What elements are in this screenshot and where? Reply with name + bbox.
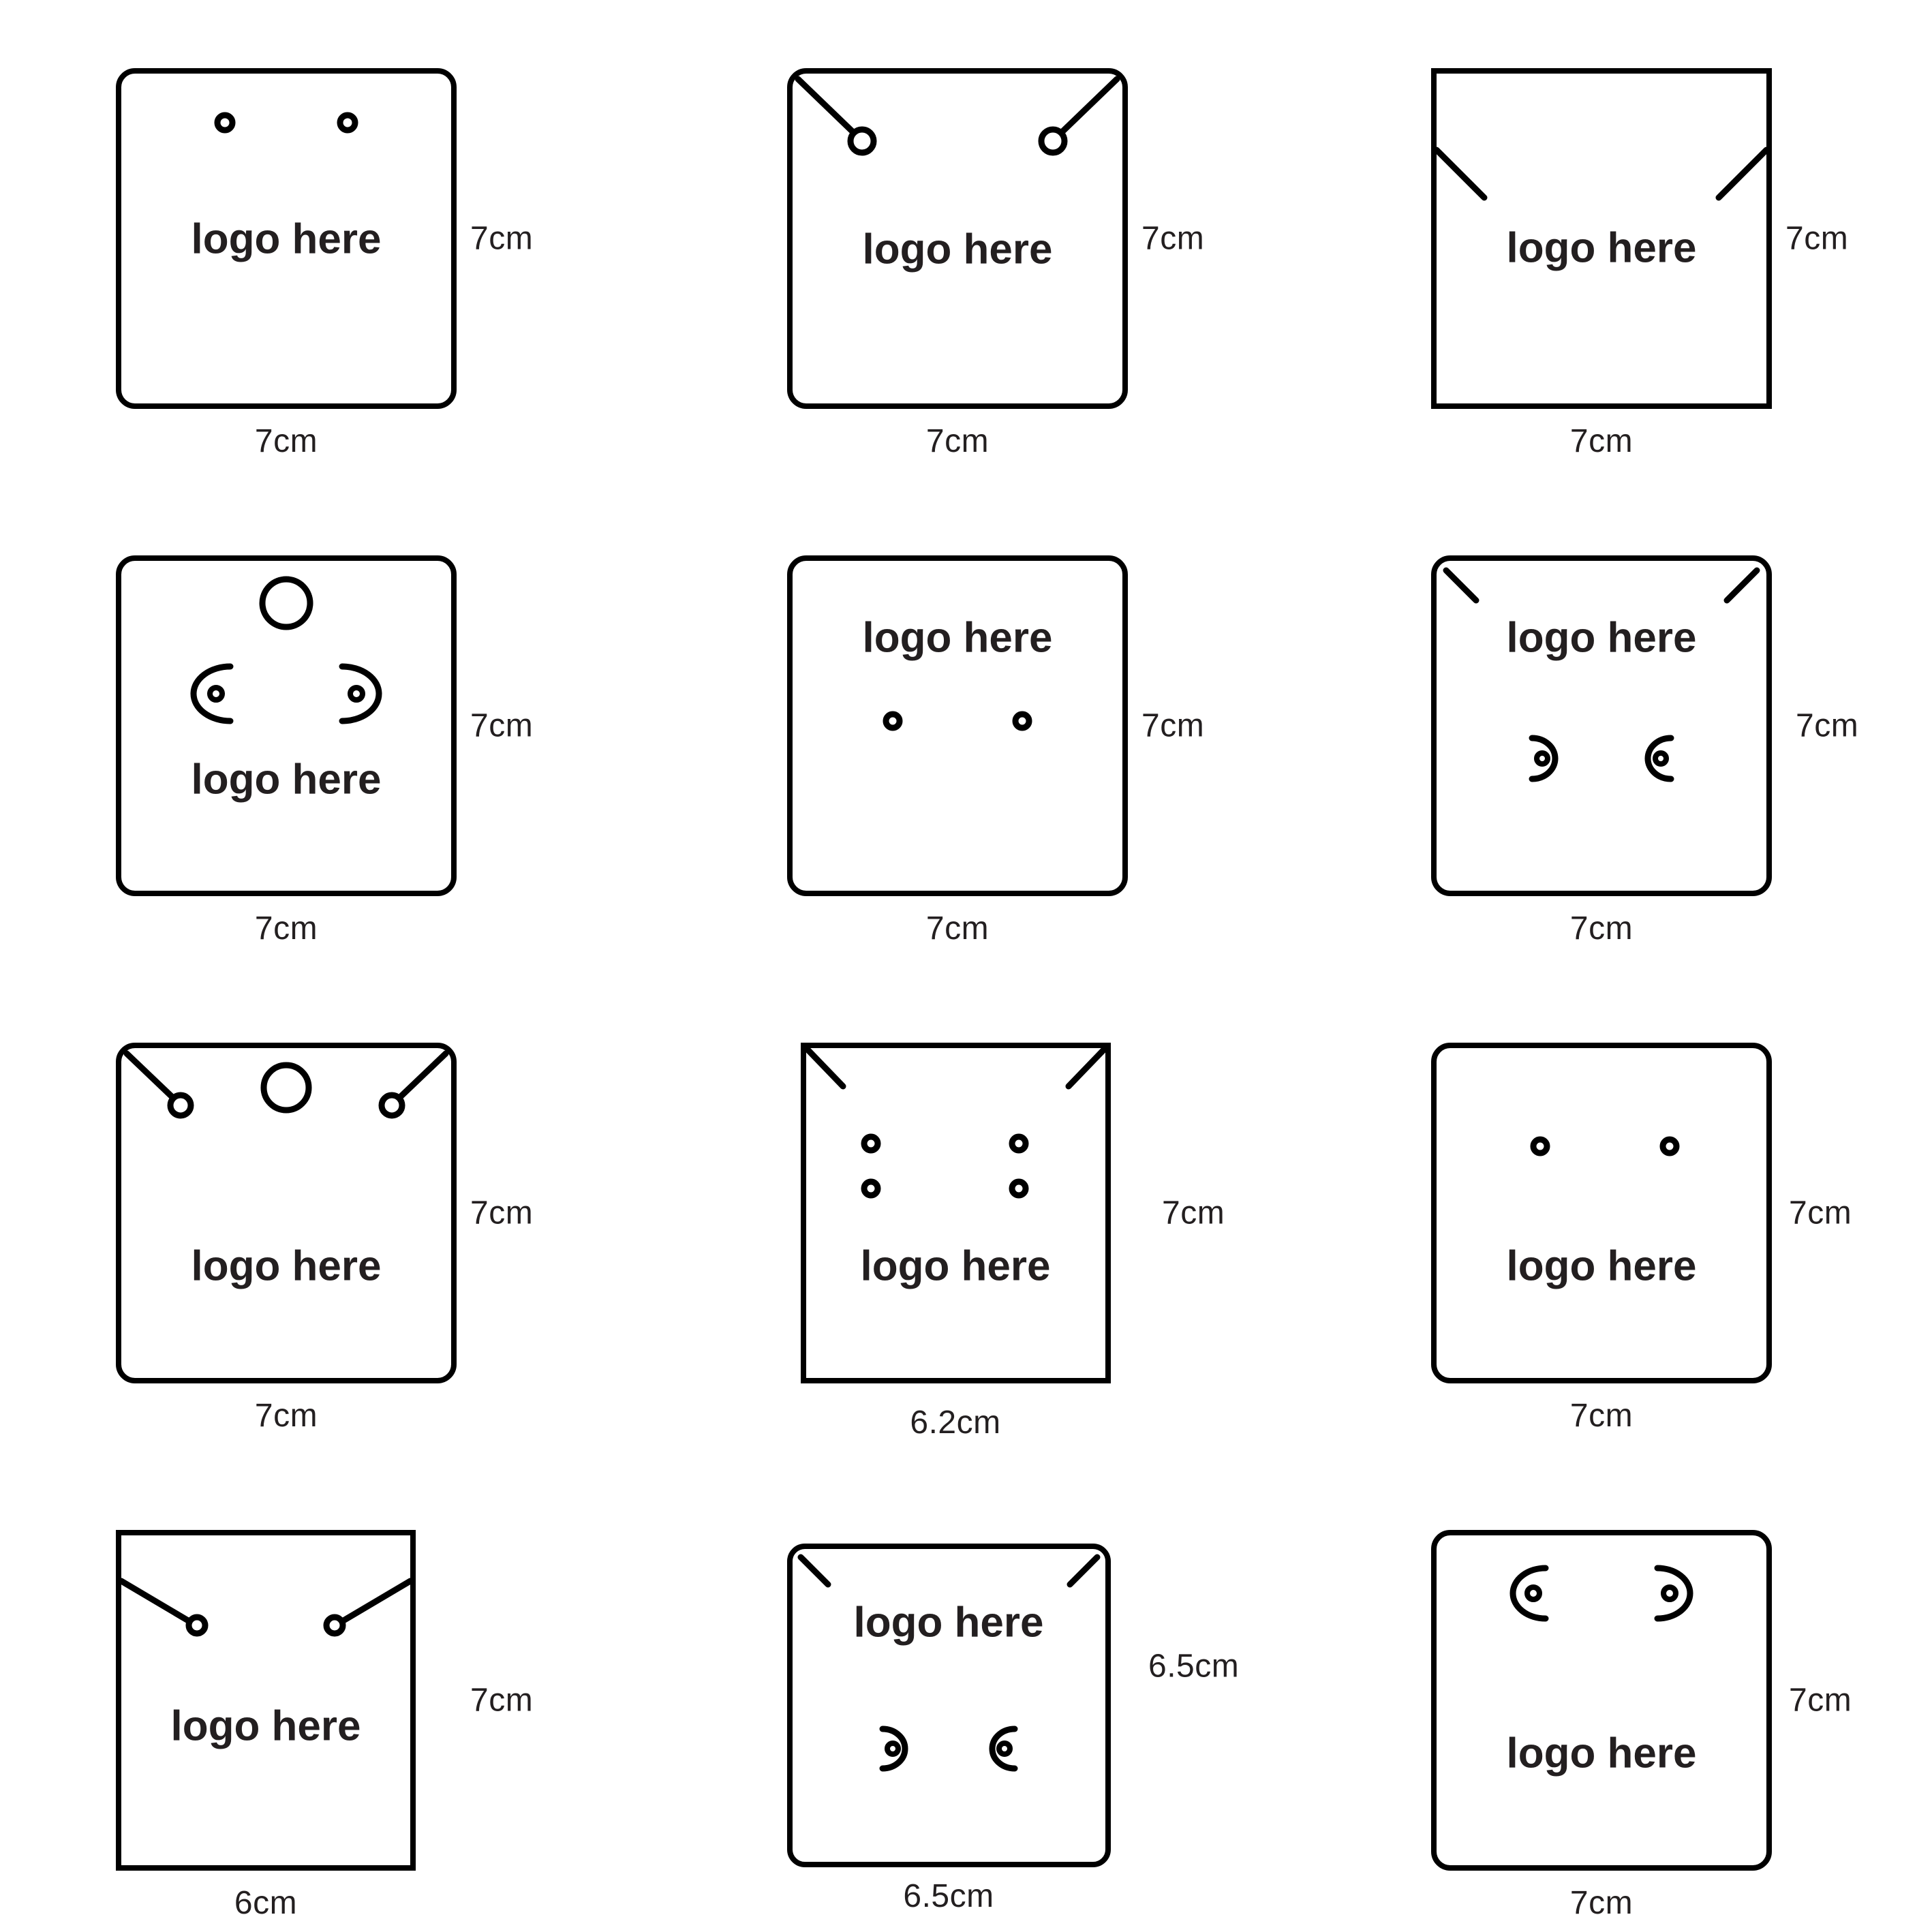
card-1-logo-text: logo here <box>191 215 381 262</box>
card-4[interactable]: logo here 7cm 7cm <box>116 555 533 947</box>
oval-slit-right-hole <box>1661 1584 1678 1602</box>
card-11[interactable]: logo here 6.5cm 6.5cm <box>787 1544 1239 1914</box>
hang-hole <box>259 576 313 630</box>
c-slit-right-hole <box>996 1741 1013 1757</box>
card-4-height-label: 7cm <box>470 707 534 744</box>
card-2[interactable]: logo here 7cm 7cm <box>787 68 1204 459</box>
card-5-width-label: 7cm <box>925 910 990 947</box>
card-7-outline: logo here <box>116 1043 457 1383</box>
hole-top-left <box>861 1133 881 1154</box>
card-7-logo-text: logo here <box>191 1242 381 1289</box>
card-2-logo-text: logo here <box>862 226 1052 273</box>
hole-left <box>1530 1136 1550 1156</box>
card-12-outline: logo here <box>1431 1530 1772 1871</box>
card-8-outline: logo here <box>801 1043 1111 1383</box>
card-12[interactable]: logo here 7cm 7cm <box>1431 1530 1852 1921</box>
hole-right <box>337 112 358 134</box>
hole-bottom-right <box>1009 1178 1029 1199</box>
slit-right-end-hole <box>378 1092 405 1119</box>
card-4-logo-text: logo here <box>191 756 381 803</box>
card-2-height-label: 7cm <box>1141 220 1205 257</box>
card-6-width-label: 7cm <box>1569 910 1634 947</box>
hang-hole <box>260 1062 312 1114</box>
card-8-width-label: 6.2cm <box>910 1405 1001 1441</box>
card-9[interactable]: logo here 7cm 7cm <box>1431 1043 1852 1434</box>
slit-left-end-hole <box>847 126 877 156</box>
c-slit-left-hole <box>885 1741 901 1757</box>
slit-left-end-hole <box>167 1092 194 1119</box>
card-2-outline: logo here <box>787 68 1128 409</box>
card-12-logo-text: logo here <box>1506 1730 1696 1777</box>
card-12-height-label: 7cm <box>1789 1682 1852 1719</box>
card-1-width-label: 7cm <box>254 423 318 459</box>
card-3-outline: logo here <box>1431 68 1772 409</box>
card-5[interactable]: logo here 7cm 7cm <box>787 555 1204 947</box>
hole-right <box>1659 1136 1680 1156</box>
card-9-logo-text: logo here <box>1506 1242 1696 1289</box>
c-slit-left-hole <box>1534 750 1550 767</box>
c-slit-right-hole <box>1653 750 1669 767</box>
card-12-width-label: 7cm <box>1569 1885 1634 1921</box>
card-11-logo-text: logo here <box>853 1599 1043 1646</box>
card-7-height-label: 7cm <box>470 1195 534 1231</box>
card-10-height-label: 7cm <box>470 1682 534 1719</box>
card-7[interactable]: logo here 7cm 7cm <box>116 1043 533 1434</box>
card-3-height-label: 7cm <box>1785 220 1849 257</box>
card-3-logo-text: logo here <box>1506 224 1696 271</box>
slit-right-end-hole <box>323 1614 346 1637</box>
card-8-height-label: 7cm <box>1162 1195 1225 1231</box>
card-5-outline: logo here <box>787 555 1128 896</box>
card-10-width-label: 6cm <box>234 1885 298 1921</box>
card-9-height-label: 7cm <box>1789 1195 1852 1231</box>
card-6[interactable]: logo here 7cm 7cm <box>1431 555 1858 947</box>
hole-left <box>214 112 236 134</box>
card-4-width-label: 7cm <box>254 910 318 947</box>
card-4-outline: logo here <box>116 555 457 896</box>
card-10-outline: logo here <box>116 1530 416 1871</box>
oval-slit-right-hole <box>348 685 365 703</box>
card-5-logo-text: logo here <box>862 614 1052 661</box>
card-8-logo-text: logo here <box>860 1242 1050 1289</box>
card-1[interactable]: logo here 7cm 7cm <box>116 68 533 459</box>
hole-right <box>1012 711 1032 731</box>
hole-left <box>883 711 903 731</box>
oval-slit-left-hole <box>1524 1584 1542 1602</box>
card-6-height-label: 7cm <box>1796 707 1859 744</box>
hole-bottom-left <box>861 1178 881 1199</box>
card-7-width-label: 7cm <box>254 1398 318 1434</box>
card-9-width-label: 7cm <box>1569 1398 1634 1434</box>
card-10-logo-text: logo here <box>170 1702 361 1749</box>
hole-top-right <box>1009 1133 1029 1154</box>
card-8[interactable]: logo here 7cm 6.2cm <box>801 1043 1225 1441</box>
oval-slit-left-hole <box>207 685 225 703</box>
card-11-outline: logo here <box>787 1544 1111 1867</box>
slit-left-end-hole <box>185 1614 209 1637</box>
card-5-height-label: 7cm <box>1141 707 1205 744</box>
card-11-width-label: 6.5cm <box>903 1878 994 1914</box>
card-11-height-label: 6.5cm <box>1148 1648 1240 1685</box>
card-9-outline: logo here <box>1431 1043 1772 1383</box>
card-template-sheet: logo here 7cm 7cm logo here 7cm 7cm logo… <box>0 0 1932 1932</box>
card-1-height-label: 7cm <box>470 220 534 257</box>
card-6-logo-text: logo here <box>1506 614 1696 661</box>
card-10[interactable]: logo here 7cm 6cm <box>116 1530 533 1921</box>
card-3-width-label: 7cm <box>1569 423 1634 459</box>
card-2-width-label: 7cm <box>925 423 990 459</box>
card-1-outline: logo here <box>116 68 457 409</box>
card-6-outline: logo here <box>1431 555 1772 896</box>
card-3[interactable]: logo here 7cm 7cm <box>1431 68 1848 459</box>
slit-right-end-hole <box>1038 126 1068 156</box>
